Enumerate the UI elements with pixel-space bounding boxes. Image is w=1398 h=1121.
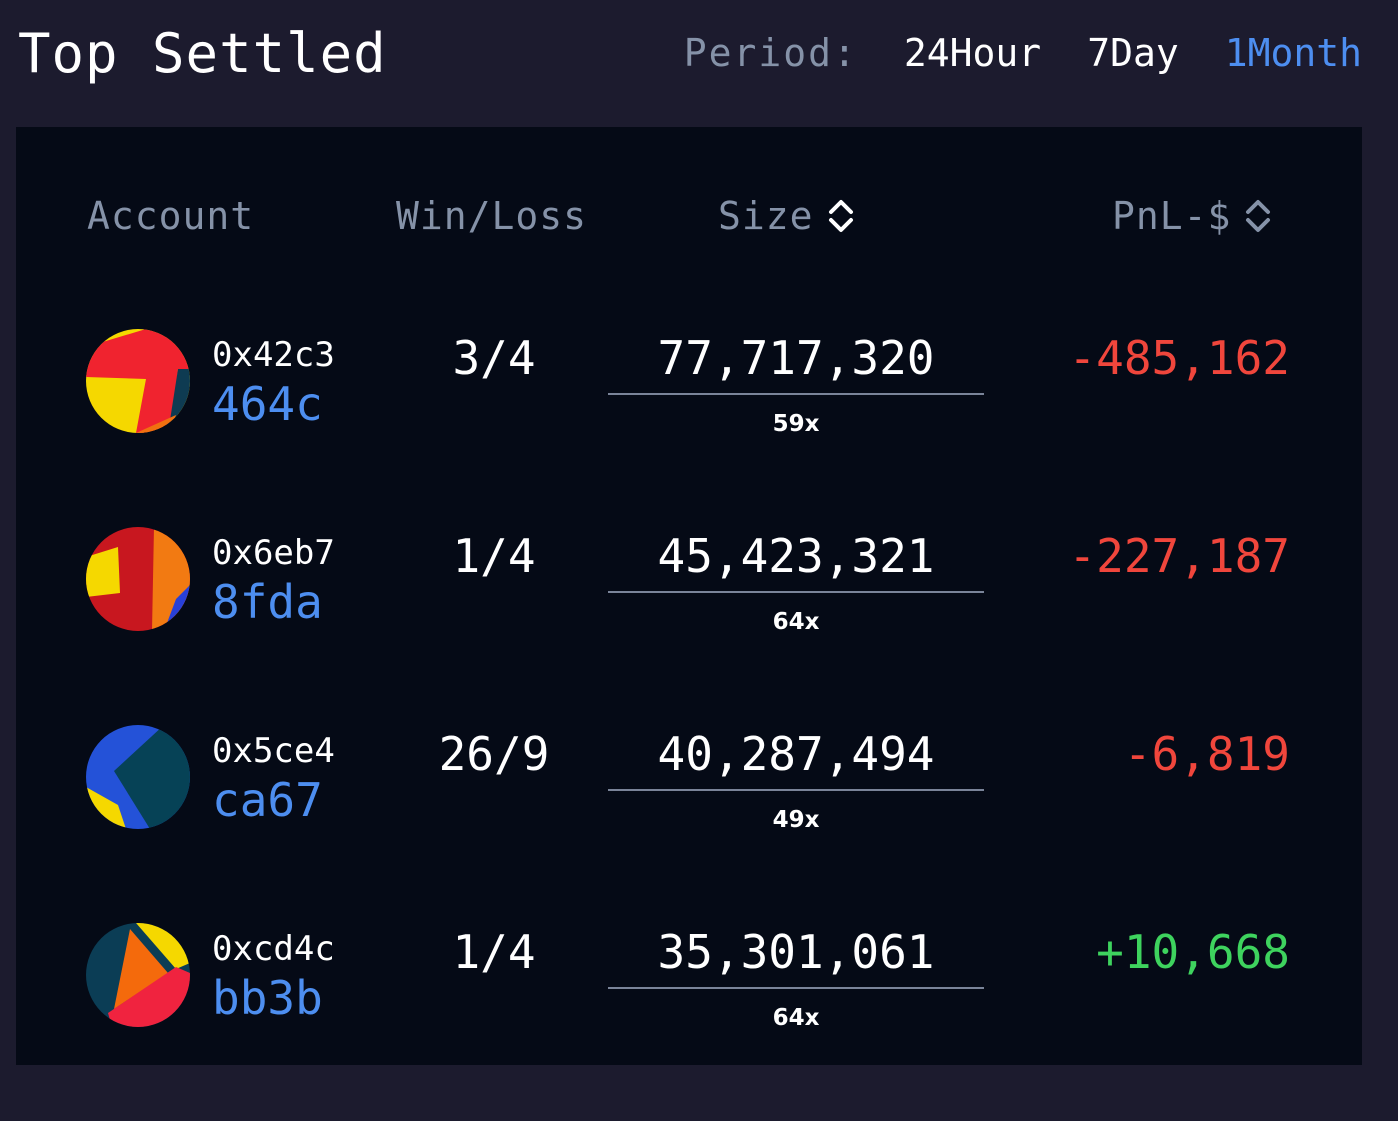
avatar — [86, 725, 190, 829]
account-address-suffix[interactable]: ca67 — [212, 773, 323, 827]
period-option-1month[interactable]: 1Month — [1225, 30, 1362, 76]
leverage-value: 64x — [772, 1005, 820, 1031]
column-header-pnl-label: PnL-$ — [1112, 194, 1232, 238]
leverage-value: 49x — [772, 807, 820, 833]
sort-icon[interactable] — [828, 196, 854, 236]
leaderboard-panel: Account Win/Loss Size PnL-$ 0x42c3 464c … — [16, 127, 1362, 1065]
period-option-7day[interactable]: 7Day — [1087, 30, 1179, 76]
account-address-prefix: 0xcd4c — [212, 929, 335, 969]
winloss-value: 1/4 — [452, 925, 536, 979]
size-divider — [608, 789, 984, 791]
column-header-size-label: Size — [718, 194, 814, 238]
period-selector: Period: 24Hour 7Day 1Month — [684, 30, 1362, 76]
column-header-account: Account — [87, 193, 254, 239]
header: Top Settled Period: 24Hour 7Day 1Month — [0, 0, 1398, 110]
winloss-value: 3/4 — [452, 331, 536, 385]
table-row[interactable]: 0xcd4c bb3b 1/4 35,301,061 64x +10,668 — [16, 923, 1362, 1121]
period-label: Period: — [683, 31, 858, 75]
size-divider — [608, 591, 984, 593]
account-address-suffix[interactable]: 8fda — [212, 575, 323, 629]
leverage-value: 64x — [772, 609, 820, 635]
size-divider — [608, 987, 984, 989]
winloss-value: 26/9 — [438, 727, 550, 781]
column-header-size[interactable]: Size — [718, 193, 854, 239]
pnl-value: -227,187 — [1068, 529, 1290, 583]
column-header-winloss-label: Win/Loss — [396, 194, 588, 238]
column-header-pnl[interactable]: PnL-$ — [1112, 193, 1271, 239]
size-value: 77,717,320 — [657, 331, 935, 385]
winloss-value: 1/4 — [452, 529, 536, 583]
period-option-24hour[interactable]: 24Hour — [904, 30, 1041, 76]
pnl-value: -485,162 — [1068, 331, 1290, 385]
pnl-value: +10,668 — [1096, 925, 1290, 979]
avatar — [86, 923, 190, 1027]
sort-icon[interactable] — [1245, 196, 1271, 236]
size-value: 45,423,321 — [657, 529, 935, 583]
size-value: 40,287,494 — [657, 727, 935, 781]
account-address-prefix: 0x42c3 — [212, 335, 335, 375]
leverage-value: 59x — [772, 411, 820, 437]
size-divider — [608, 393, 984, 395]
column-header-winloss: Win/Loss — [396, 193, 587, 239]
account-address-prefix: 0x6eb7 — [212, 533, 335, 573]
account-address-prefix: 0x5ce4 — [212, 731, 335, 771]
table-row[interactable]: 0x42c3 464c 3/4 77,717,320 59x -485,162 — [16, 329, 1362, 527]
table-row[interactable]: 0x6eb7 8fda 1/4 45,423,321 64x -227,187 — [16, 527, 1362, 725]
table-row[interactable]: 0x5ce4 ca67 26/9 40,287,494 49x -6,819 — [16, 725, 1362, 923]
pnl-value: -6,819 — [1123, 727, 1290, 781]
account-address-suffix[interactable]: bb3b — [212, 971, 323, 1025]
account-address-suffix[interactable]: 464c — [212, 377, 323, 431]
avatar — [86, 527, 190, 631]
size-value: 35,301,061 — [657, 925, 935, 979]
column-header-account-label: Account — [87, 194, 255, 238]
page-title: Top Settled — [18, 22, 387, 85]
avatar — [86, 329, 190, 433]
